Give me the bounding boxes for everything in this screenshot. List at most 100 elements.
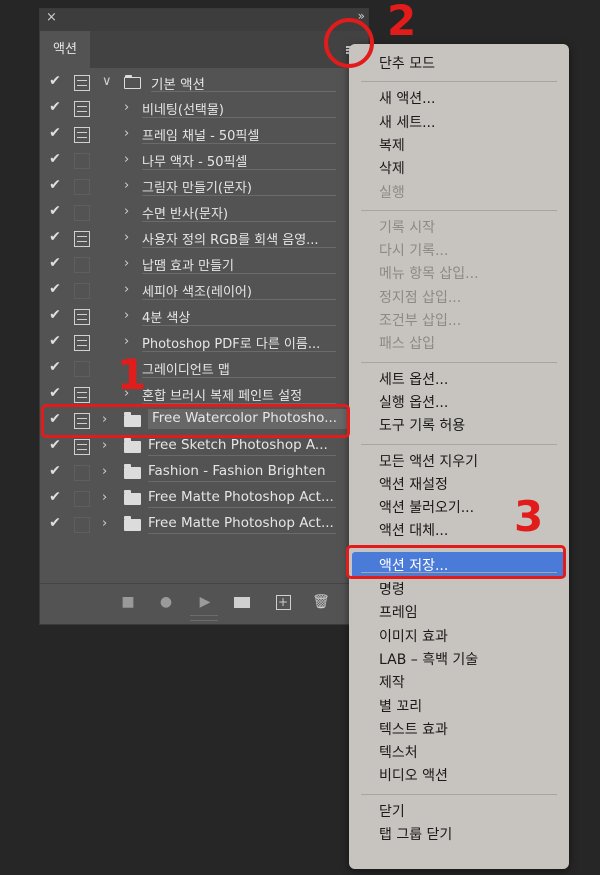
chevron-right-icon[interactable]: › — [124, 178, 129, 193]
stop-icon[interactable]: ■ — [118, 592, 138, 612]
menu-item[interactable]: 별 꼬리 — [379, 696, 422, 716]
chevron-right-icon[interactable]: › — [124, 334, 129, 349]
panel-titlebar: × » — [40, 9, 368, 31]
toggle-check-icon[interactable]: ✔ — [46, 437, 64, 453]
dialog-toggle-icon[interactable] — [74, 179, 90, 195]
toggle-check-icon[interactable]: ✔ — [46, 489, 64, 505]
menu-item[interactable]: 텍스처 — [379, 742, 418, 762]
action-row[interactable]: ✔ › 세피아 색조(레이어) — [40, 278, 368, 304]
toggle-check-icon[interactable]: ✔ — [46, 255, 64, 271]
toggle-check-icon[interactable]: ✔ — [46, 333, 64, 349]
menu-item[interactable]: 액션 재설정 — [379, 474, 448, 494]
action-set-row[interactable]: ✔ › Free Matte Photoshop Act... — [40, 512, 368, 538]
toggle-check-icon[interactable]: ✔ — [46, 463, 64, 479]
chevron-right-icon[interactable]: › — [102, 516, 107, 531]
chevron-right-icon[interactable]: › — [102, 464, 107, 479]
menu-item[interactable]: 비디오 액션 — [379, 765, 448, 785]
action-row[interactable]: ✔ › 비네팅(선택물) — [40, 96, 368, 122]
dialog-toggle-icon[interactable] — [74, 517, 90, 533]
chevron-right-icon[interactable]: › — [124, 100, 129, 115]
toggle-check-icon[interactable]: ✔ — [46, 73, 64, 89]
toggle-check-icon[interactable]: ✔ — [46, 281, 64, 297]
action-row[interactable]: ✔ › 그림자 만들기(문자) — [40, 174, 368, 200]
trash-icon[interactable]: 🗑 — [311, 592, 331, 612]
dialog-toggle-icon[interactable] — [74, 205, 90, 221]
chevron-right-icon[interactable]: › — [124, 126, 129, 141]
action-row[interactable]: ✔ › 나무 액자 - 50픽셀 — [40, 148, 368, 174]
action-row[interactable]: ✔ › 사용자 정의 RGB를 회색 음영... — [40, 226, 368, 252]
dialog-toggle-icon[interactable] — [74, 491, 90, 507]
action-label: 나무 액자 - 50픽셀 — [142, 151, 336, 170]
toggle-check-icon[interactable]: ✔ — [46, 99, 64, 115]
menu-item[interactable]: 새 세트... — [379, 112, 435, 132]
menu-item[interactable]: 제작 — [379, 672, 405, 692]
toggle-check-icon[interactable]: ✔ — [46, 125, 64, 141]
new-action-icon[interactable]: + — [273, 592, 293, 612]
menu-item[interactable]: 닫기 — [379, 801, 405, 821]
toggle-check-icon[interactable]: ✔ — [46, 203, 64, 219]
chevron-right-icon[interactable]: › — [102, 490, 107, 505]
chevron-right-icon[interactable]: › — [124, 204, 129, 219]
action-row[interactable]: ✔ › 프레임 채널 - 50픽셀 — [40, 122, 368, 148]
dialog-toggle-icon[interactable] — [74, 309, 90, 325]
record-icon[interactable]: ● — [156, 592, 176, 612]
action-row[interactable]: ✔ › 수면 반사(문자) — [40, 200, 368, 226]
dialog-toggle-icon[interactable] — [74, 127, 90, 143]
menu-item: 다시 기록... — [379, 243, 449, 260]
chevron-right-icon[interactable]: › — [124, 230, 129, 245]
action-row[interactable]: ✔ › 4분 색상 — [40, 304, 368, 330]
toggle-check-icon[interactable]: ✔ — [46, 177, 64, 193]
action-set-row[interactable]: ✔ ∨ 기본 액션 — [40, 70, 368, 96]
menu-item[interactable]: 이미지 효과 — [379, 626, 448, 646]
chevron-right-icon[interactable]: › — [124, 282, 129, 297]
dialog-toggle-icon[interactable] — [74, 101, 90, 117]
menu-item[interactable]: 액션 대체... — [379, 520, 448, 540]
dialog-toggle-icon[interactable] — [74, 335, 90, 351]
dialog-toggle-icon[interactable] — [74, 283, 90, 299]
menu-item[interactable]: 복제 — [379, 135, 405, 155]
dialog-toggle-icon[interactable] — [74, 361, 90, 377]
menu-item[interactable]: 도구 기록 허용 — [379, 415, 465, 435]
resize-grip[interactable] — [190, 615, 218, 621]
menu-item[interactable]: 액션 불러오기... — [379, 497, 474, 517]
chevron-right-icon[interactable]: › — [124, 308, 129, 323]
action-row[interactable]: ✔ › Photoshop PDF로 다른 이름... — [40, 330, 368, 356]
chevron-right-icon[interactable]: › — [124, 152, 129, 167]
chevron-right-icon[interactable]: › — [124, 256, 129, 271]
dialog-toggle-icon[interactable] — [74, 75, 90, 91]
menu-item[interactable]: 프레임 — [379, 602, 418, 622]
menu-item[interactable]: 새 액션... — [379, 88, 435, 108]
new-set-icon[interactable] — [232, 592, 252, 612]
menu-item[interactable]: 모든 액션 지우기 — [379, 451, 478, 471]
action-row[interactable]: ✔ › 납땜 효과 만들기 — [40, 252, 368, 278]
dialog-toggle-icon[interactable] — [74, 231, 90, 247]
menu-item[interactable]: 명령 — [379, 579, 405, 599]
menu-item[interactable]: 실행 옵션... — [379, 392, 448, 412]
toggle-check-icon[interactable]: ✔ — [46, 359, 64, 375]
menu-item[interactable]: LAB – 흑백 기술 — [379, 649, 478, 669]
tab-actions[interactable]: 액션 — [40, 31, 90, 68]
menu-item[interactable]: 삭제 — [379, 158, 405, 178]
dialog-toggle-icon[interactable] — [74, 257, 90, 273]
menu-item[interactable]: 단추 모드 — [379, 53, 435, 73]
toggle-check-icon[interactable]: ✔ — [46, 307, 64, 323]
action-set-row[interactable]: ✔ › Free Matte Photoshop Act... — [40, 486, 368, 512]
toggle-check-icon[interactable]: ✔ — [46, 385, 64, 401]
dialog-toggle-icon[interactable] — [74, 465, 90, 481]
menu-item: 조건부 삽입... — [379, 313, 462, 329]
chevron-down-icon[interactable]: ∨ — [102, 74, 112, 89]
action-set-row[interactable]: ✔ › Fashion - Fashion Brighten — [40, 460, 368, 486]
action-row[interactable]: ✔ 그레이디언트 맵 — [40, 356, 368, 382]
toggle-check-icon[interactable]: ✔ — [46, 151, 64, 167]
toggle-check-icon[interactable]: ✔ — [46, 229, 64, 245]
close-icon[interactable]: × — [46, 10, 57, 25]
toggle-check-icon[interactable]: ✔ — [46, 515, 64, 531]
dialog-toggle-icon[interactable] — [74, 153, 90, 169]
chevron-right-icon[interactable]: › — [102, 438, 107, 453]
dialog-toggle-icon[interactable] — [74, 387, 90, 403]
dialog-toggle-icon[interactable] — [74, 439, 90, 455]
menu-item[interactable]: 세트 옵션... — [379, 369, 448, 389]
menu-item[interactable]: 탭 그룹 닫기 — [379, 824, 452, 844]
menu-item[interactable]: 텍스트 효과 — [379, 719, 448, 739]
play-icon[interactable]: ▶ — [195, 592, 215, 612]
